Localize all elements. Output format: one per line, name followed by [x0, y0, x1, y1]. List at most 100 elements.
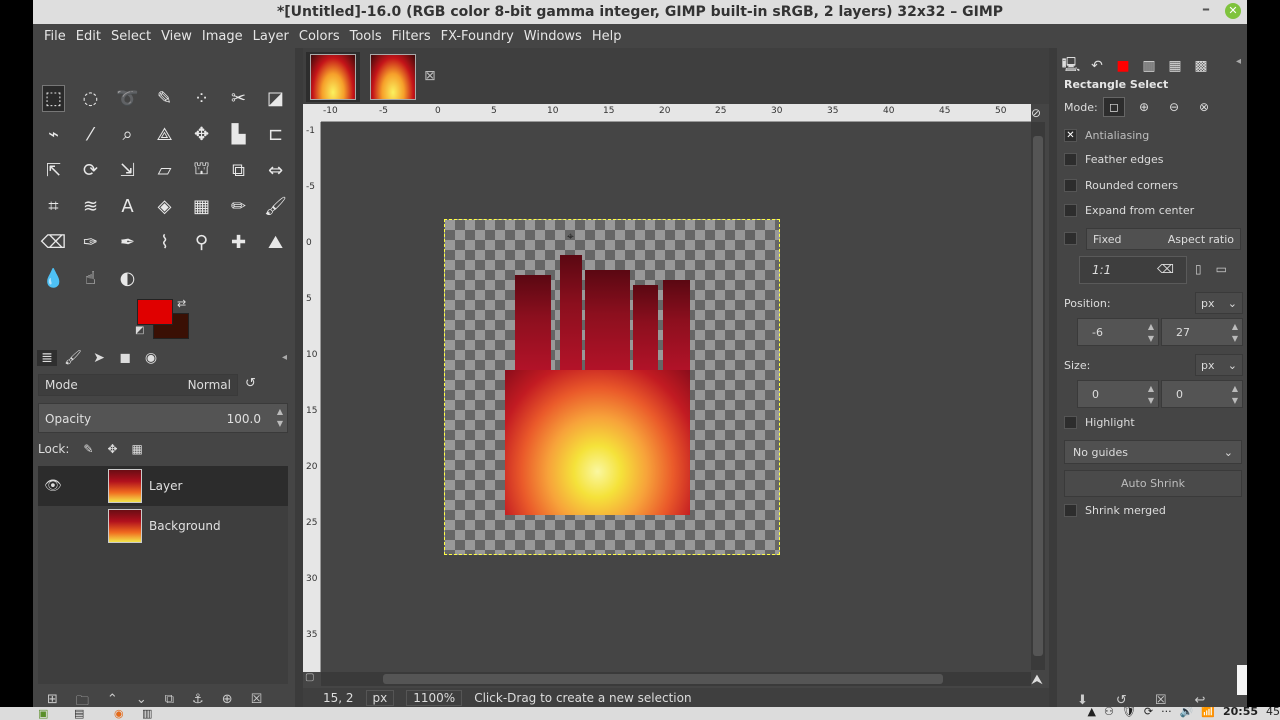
zoom-select[interactable]: 1100%	[406, 689, 463, 706]
lock-pixels-icon[interactable]: ✎	[83, 442, 93, 456]
vertical-scroll-thumb[interactable]	[1033, 136, 1043, 656]
spin-arrows-icon[interactable]: ▲ ▼	[1232, 321, 1238, 345]
spin-arrows-icon[interactable]: ▲ ▼	[1148, 383, 1154, 407]
move-tool[interactable]: ✥	[183, 116, 220, 152]
spin-arrows-icon[interactable]: ▲ ▼	[1232, 383, 1238, 407]
select-by-color-tool[interactable]: ⁘	[183, 80, 220, 116]
menu-tools[interactable]: Tools	[345, 29, 387, 44]
gradients-tab-icon[interactable]: ▩	[1191, 58, 1211, 74]
cage-transform-tool[interactable]: ⌗	[35, 188, 72, 224]
image-canvas[interactable]	[444, 219, 780, 555]
foreground-color-swatch[interactable]	[137, 299, 173, 325]
tray-shield-icon[interactable]: 🛡	[1122, 707, 1136, 718]
left-dock-separator[interactable]	[295, 48, 303, 707]
clock[interactable]: 20:55	[1223, 707, 1258, 718]
menu-select[interactable]: Select	[106, 29, 156, 44]
fixed-option[interactable]	[1064, 232, 1077, 245]
tray-update-icon[interactable]: ⟳	[1144, 707, 1153, 718]
color-picker-tool[interactable]: ⁄	[72, 116, 109, 152]
feather-option[interactable]: Feather edges	[1064, 153, 1164, 166]
portrait-icon[interactable]: ▯	[1195, 262, 1202, 276]
image-tab-1[interactable]	[306, 52, 360, 102]
zoom-image-icon[interactable]: ⊘	[1031, 106, 1041, 120]
menu-image[interactable]: Image	[197, 29, 248, 44]
mask-layer-icon[interactable]: ⊕	[222, 692, 233, 707]
ink-tool[interactable]: ✒	[109, 224, 146, 260]
position-y-spinbox[interactable]: 27 ▲ ▼	[1161, 318, 1243, 346]
tool-options-menu-icon[interactable]: ◂	[1236, 56, 1241, 67]
channels-tab-icon[interactable]: ◉	[141, 350, 161, 366]
ellipse-select-tool[interactable]: ◌	[72, 80, 109, 116]
new-layer-icon[interactable]: ⊞	[47, 692, 58, 707]
highlight-option[interactable]: Highlight	[1064, 416, 1135, 429]
opacity-spin-icon[interactable]: ▲ ▼	[277, 406, 283, 430]
volume-icon[interactable]: 🔊	[1180, 707, 1194, 718]
clear-ratio-icon[interactable]: ⌫	[1157, 262, 1174, 276]
layer-row[interactable]: Background	[38, 506, 288, 546]
brushes-tab-icon[interactable]: 🖌	[63, 350, 83, 366]
swap-colors-icon[interactable]: ⇄	[177, 297, 186, 310]
menu-filters[interactable]: Filters	[387, 29, 436, 44]
tray-up-icon[interactable]: ▲	[1088, 707, 1096, 718]
lock-position-icon[interactable]: ✥	[107, 442, 117, 456]
tray-usb-icon[interactable]: ⚇	[1104, 707, 1114, 718]
expand-center-checkbox[interactable]	[1064, 204, 1077, 217]
scissors-select-tool[interactable]: ✂	[220, 80, 257, 116]
terminal-launcher-icon[interactable]: ▥	[142, 707, 152, 720]
expand-center-option[interactable]: Expand from center	[1064, 204, 1194, 217]
flip-tool[interactable]: ⇔	[257, 152, 294, 188]
unit-select[interactable]: px	[365, 689, 395, 706]
antialiasing-checkbox[interactable]: ✕	[1064, 129, 1077, 142]
quick-mask-icon[interactable]: ▢	[305, 672, 314, 683]
reset-options-icon[interactable]: ↩	[1194, 693, 1205, 707]
rotate-tool[interactable]: ⟳	[72, 152, 109, 188]
shrink-merged-checkbox[interactable]	[1064, 504, 1077, 517]
reset-colors-icon[interactable]: ◩	[135, 325, 144, 336]
gradient-tool[interactable]: ▦	[183, 188, 220, 224]
fixed-select[interactable]: Fixed Aspect ratio	[1086, 228, 1241, 250]
restore-options-icon[interactable]: ↺	[1116, 693, 1127, 707]
battery-level[interactable]: 45	[1266, 707, 1280, 718]
tool-options-tab-icon[interactable]: 🖳	[1061, 54, 1081, 78]
antialiasing-option[interactable]: ✕ Antialiasing	[1064, 129, 1149, 142]
subtract-mode-icon[interactable]: ⊖	[1163, 97, 1185, 117]
layer-mode-reset-icon[interactable]: ↺	[245, 376, 256, 391]
highlight-checkbox[interactable]	[1064, 416, 1077, 429]
align-tool[interactable]: ▙	[220, 116, 257, 152]
scale-tool[interactable]: ⇲	[109, 152, 146, 188]
menu-edit[interactable]: Edit	[71, 29, 106, 44]
blur-sharpen-tool[interactable]: 💧	[35, 260, 72, 296]
menu-layer[interactable]: Layer	[248, 29, 294, 44]
eraser-tool[interactable]: ⌫	[35, 224, 72, 260]
smudge-tool[interactable]: ☝	[72, 260, 109, 296]
menu-fx-foundry[interactable]: FX-Foundry	[436, 29, 519, 44]
heal-tool[interactable]: ✚	[220, 224, 257, 260]
horizontal-scrollbar[interactable]	[321, 672, 1031, 686]
eye-icon[interactable]: 👁	[44, 478, 62, 494]
landscape-icon[interactable]: ▭	[1216, 262, 1227, 276]
mypaint-brush-tool[interactable]: ⌇	[146, 224, 183, 260]
lock-alpha-icon[interactable]: ▦	[132, 442, 143, 456]
menu-view[interactable]: View	[156, 29, 197, 44]
anchor-layer-icon[interactable]: ⚓	[192, 692, 204, 707]
vertical-ruler[interactable]: -1 -5 0 5 10 15 20 25 30 35	[303, 122, 321, 672]
colors-tab-icon[interactable]: ■	[1113, 58, 1133, 74]
close-tab-icon[interactable]: ⊠	[424, 68, 436, 84]
crop-tool[interactable]: ⊏	[257, 116, 294, 152]
add-mode-icon[interactable]: ⊕	[1133, 97, 1155, 117]
size-height-spinbox[interactable]: 0 ▲ ▼	[1161, 380, 1243, 408]
zoom-tool[interactable]: ⌕	[109, 116, 146, 152]
guides-select[interactable]: No guides ⌄	[1064, 440, 1242, 464]
replace-mode-icon[interactable]: ◻	[1103, 97, 1125, 117]
unified-transform-tool[interactable]: ⇱	[35, 152, 72, 188]
right-dock-separator[interactable]	[1049, 48, 1057, 707]
undo-history-tab-icon[interactable]: ↶	[1087, 58, 1107, 74]
minimize-button[interactable]: –	[1199, 1, 1213, 18]
handle-transform-tool[interactable]: ⛫	[183, 152, 220, 188]
free-select-tool[interactable]: ➰	[109, 80, 146, 116]
measure-tool[interactable]: ⟁	[146, 116, 183, 152]
browser-launcher-icon[interactable]: ◉	[114, 707, 124, 720]
paintbrush-tool[interactable]: 🖌	[257, 188, 294, 224]
menu-file[interactable]: File	[39, 29, 71, 44]
rounded-corners-option[interactable]: Rounded corners	[1064, 179, 1178, 192]
